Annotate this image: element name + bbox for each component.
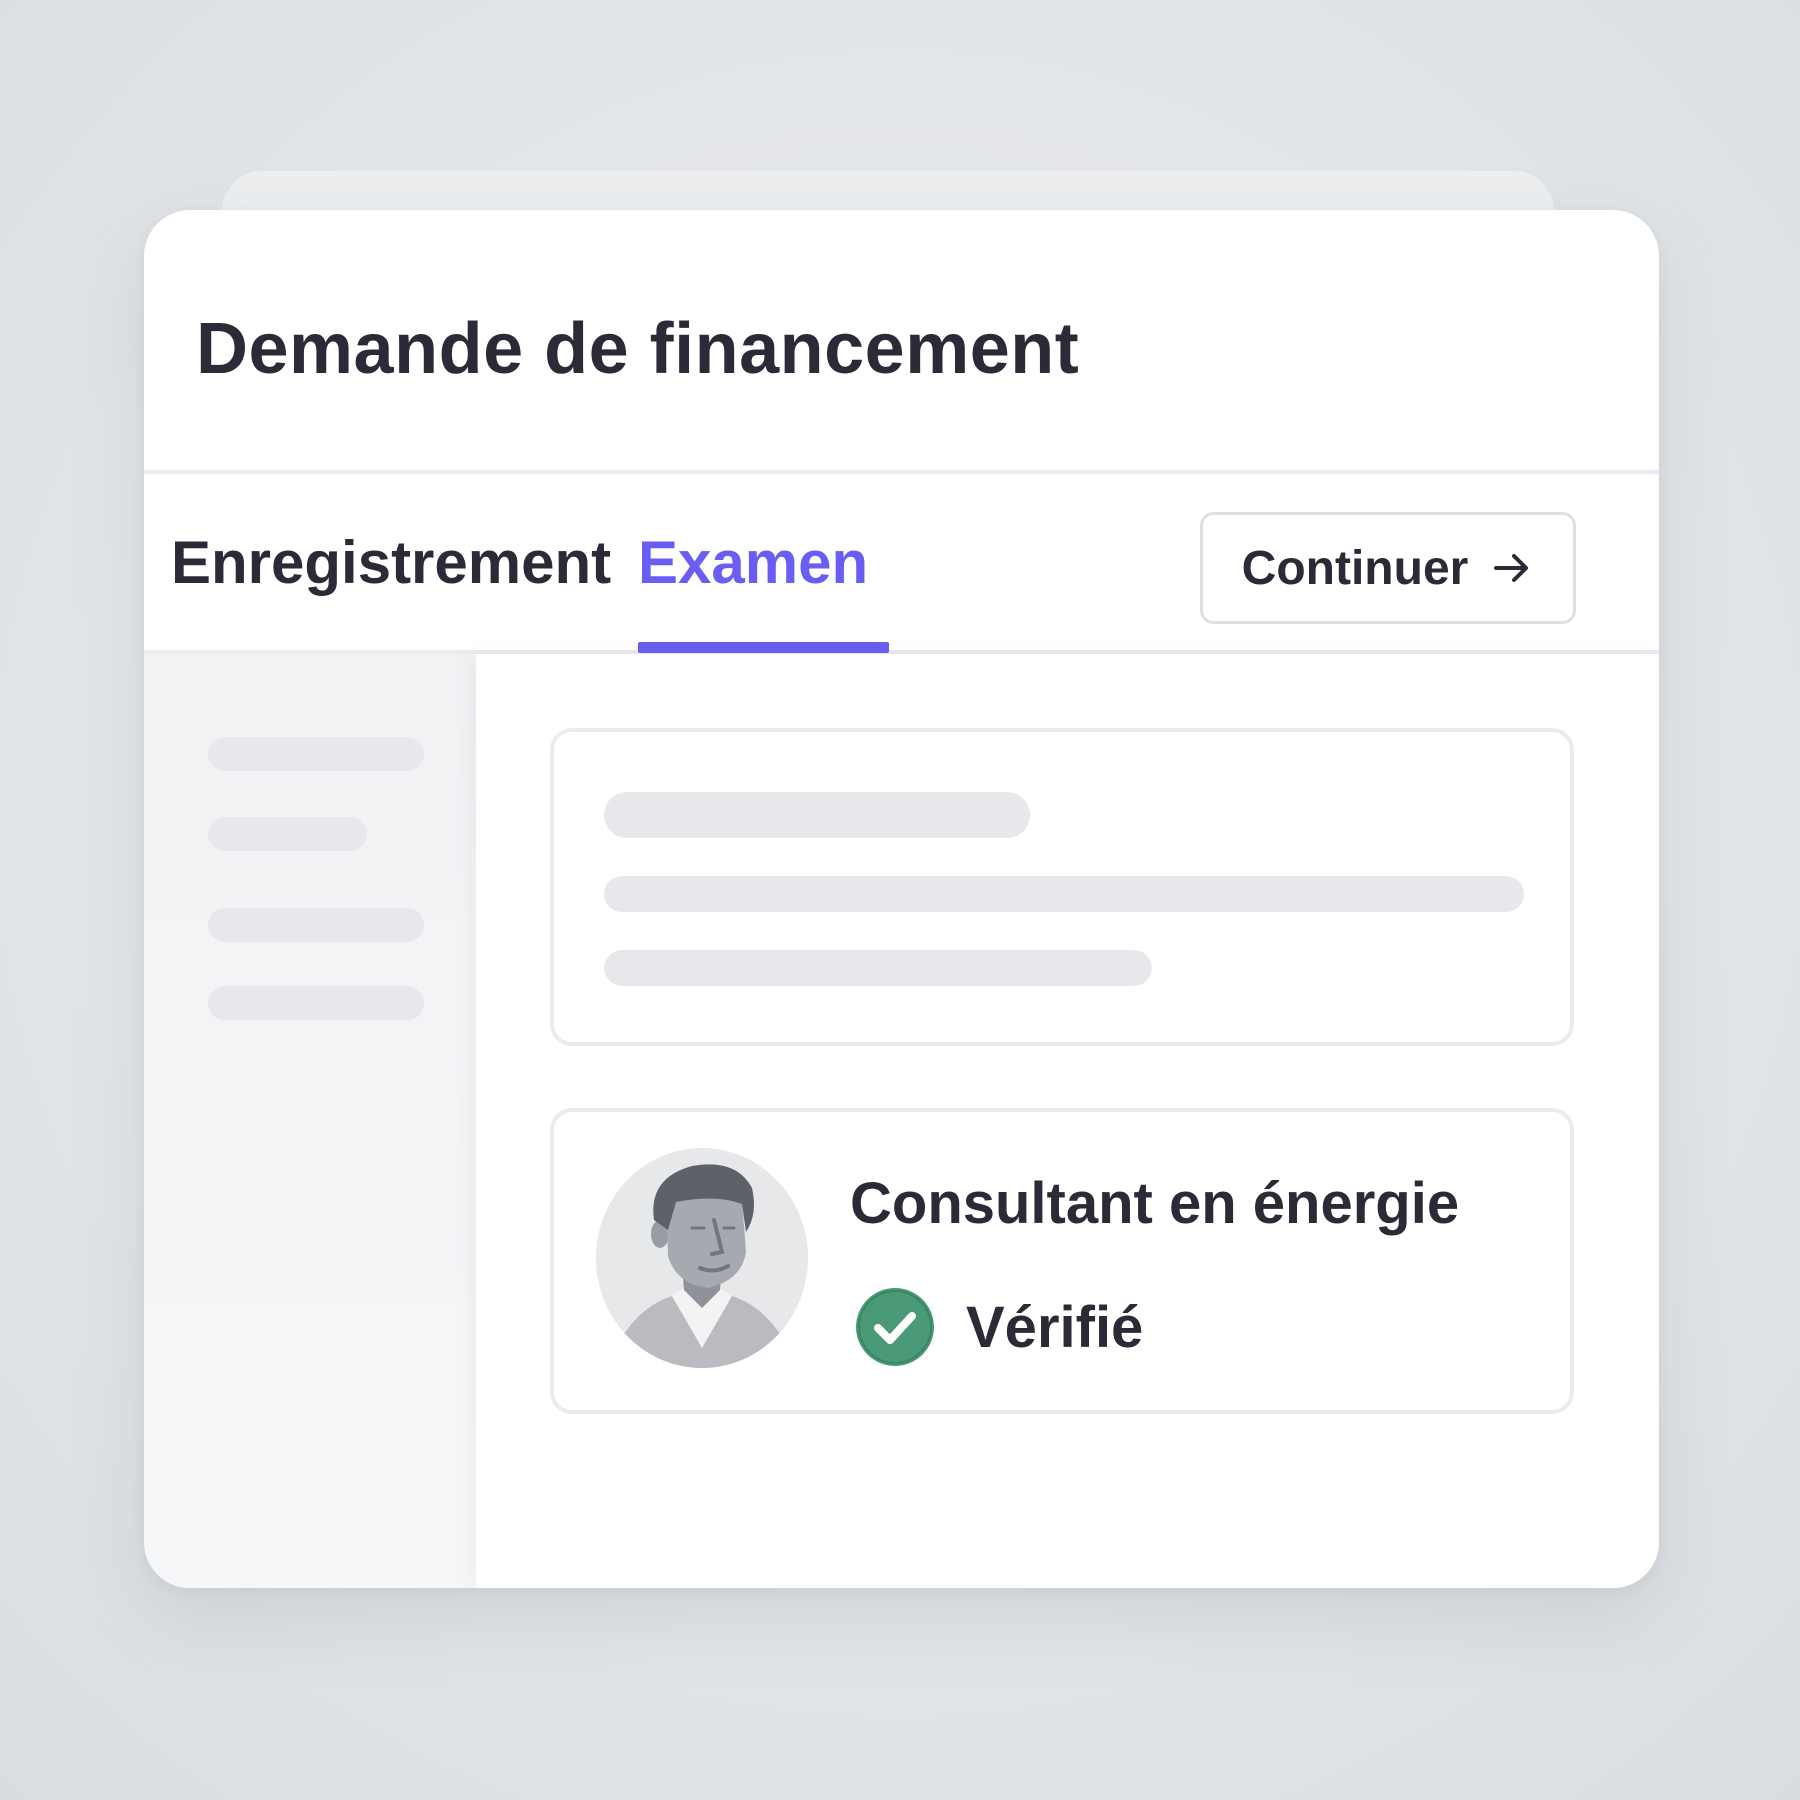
funding-request-window: Demande de financement Enregistrement Ex… — [144, 210, 1659, 1588]
loading-card — [550, 728, 1574, 1046]
skeleton-line — [604, 950, 1152, 986]
sidebar-skeleton-line — [208, 817, 367, 851]
tab-examen[interactable]: Examen — [638, 474, 868, 650]
sidebar-skeleton-line — [208, 737, 424, 771]
consultant-title: Consultant en énergie — [850, 1171, 1460, 1236]
window-header: Demande de financement — [144, 210, 1659, 474]
continue-button[interactable]: Continuer — [1200, 512, 1576, 624]
skeleton-heading — [604, 792, 1030, 838]
tab-bar: Enregistrement Examen Continuer — [144, 474, 1659, 654]
verified-status: Vérifié — [854, 1286, 1143, 1368]
check-circle-icon — [856, 1288, 934, 1366]
sidebar-skeleton-line — [208, 986, 424, 1020]
tab-enregistrement[interactable]: Enregistrement — [171, 474, 611, 650]
main-panel: Consultant en énergie Vérifié — [476, 654, 1659, 1588]
page-title: Demande de financement — [196, 309, 1080, 389]
skeleton-line — [604, 876, 1524, 912]
avatar-icon — [596, 1148, 808, 1368]
screen: Demande de financement Enregistrement Ex… — [0, 0, 1800, 1800]
continue-button-label: Continuer — [1241, 541, 1469, 595]
sidebar — [144, 654, 476, 1588]
verified-label: Vérifié — [966, 1294, 1144, 1360]
arrow-right-icon — [1494, 554, 1529, 582]
active-tab-indicator — [638, 642, 889, 653]
consultant-card[interactable]: Consultant en énergie Vérifié — [550, 1108, 1574, 1414]
content-area: Consultant en énergie Vérifié — [144, 654, 1659, 1588]
sidebar-skeleton-line — [208, 908, 424, 942]
